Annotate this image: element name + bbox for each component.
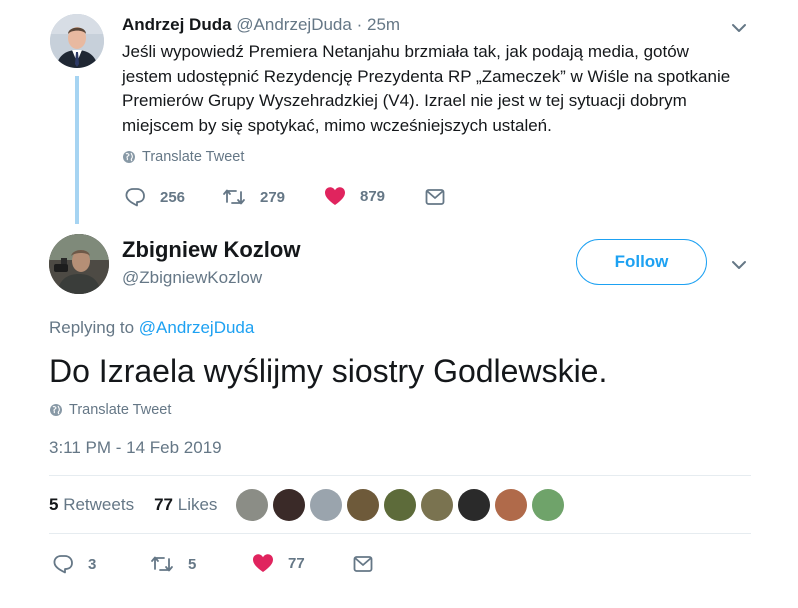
replying-to-label: Replying to <box>49 318 135 337</box>
liker-avatar-5-icon[interactable] <box>384 489 416 521</box>
liker-avatars-row <box>236 489 564 521</box>
parent-author-avatar[interactable] <box>50 14 104 68</box>
parent-reply-button[interactable]: 256 <box>124 187 185 207</box>
liker-avatar-1-icon[interactable] <box>236 489 268 521</box>
globe-icon <box>50 404 62 416</box>
replying-to-mention-link[interactable]: @AndrzejDuda <box>139 318 255 337</box>
retweets-stat-link[interactable]: 5 Retweets <box>49 494 134 516</box>
reply-retweet-button[interactable]: 5 <box>150 554 196 574</box>
globe-icon <box>123 151 135 163</box>
parent-reply-count: 256 <box>160 188 186 206</box>
parent-retweet-count: 279 <box>260 188 286 206</box>
stats-top-divider <box>49 475 751 476</box>
reply-like-count: 77 <box>288 554 305 572</box>
reply-translate-label: Translate Tweet <box>69 402 172 418</box>
parent-like-button[interactable]: 879 <box>324 186 385 206</box>
retweet-arrows-icon <box>223 189 245 205</box>
reply-tweet-menu-chevron-down-icon[interactable] <box>730 256 748 274</box>
liker-avatar-8-icon[interactable] <box>495 489 527 521</box>
liker-avatar-2-icon[interactable] <box>273 489 305 521</box>
parent-tweet-header: Andrzej Duda @AndrzejDuda · 25m <box>122 14 400 36</box>
envelope-icon <box>353 556 373 572</box>
reply-retweet-count: 5 <box>188 555 197 573</box>
parent-author-handle[interactable]: @AndrzejDuda <box>236 15 352 34</box>
liker-avatar-6-icon[interactable] <box>421 489 453 521</box>
reply-like-button[interactable]: 77 <box>252 553 305 573</box>
parent-translate-label: Translate Tweet <box>142 149 245 165</box>
liker-avatar-7-icon[interactable] <box>458 489 490 521</box>
likes-stat-label: Likes <box>177 495 218 514</box>
stats-bottom-divider <box>49 533 751 534</box>
envelope-icon <box>425 189 445 205</box>
reply-dm-button[interactable] <box>353 555 373 573</box>
liker-avatar-9-icon[interactable] <box>532 489 564 521</box>
reply-tweet-text: Do Izraela wyślijmy siostry Godlewskie. <box>49 353 608 389</box>
reply-reply-count: 3 <box>88 555 97 573</box>
engagement-stats: 5 Retweets 77 Likes <box>49 494 217 516</box>
reply-reply-button[interactable]: 3 <box>52 554 96 574</box>
reply-timestamp[interactable]: 3:11 PM - 14 Feb 2019 <box>49 437 222 459</box>
parent-tweet-time[interactable]: 25m <box>367 15 400 34</box>
parent-tweet-text: Jeśli wypowiedź Premiera Netanjahu brzmi… <box>122 42 731 135</box>
follow-button[interactable]: Follow <box>576 239 707 285</box>
reply-bubble-icon <box>125 188 145 207</box>
parent-author-name[interactable]: Andrzej Duda <box>122 15 232 34</box>
reply-author-avatar[interactable] <box>49 234 109 294</box>
retweets-stat-label: Retweets <box>63 495 135 514</box>
thread-connector-line <box>75 76 79 224</box>
parent-dm-button[interactable] <box>425 188 445 206</box>
reply-author-name[interactable]: Zbigniew Kozlow <box>122 236 300 264</box>
reply-author-handle[interactable]: @ZbigniewKozlow <box>122 267 262 289</box>
likes-stat-link[interactable]: 77 Likes <box>154 494 217 516</box>
likes-stat-count: 77 <box>154 495 173 514</box>
liker-avatar-4-icon[interactable] <box>347 489 379 521</box>
retweet-arrows-icon <box>151 556 173 572</box>
header-separator: · <box>356 15 363 34</box>
heart-filled-icon <box>253 554 273 572</box>
reply-translate-tweet-link[interactable]: Translate Tweet <box>49 401 171 419</box>
reply-bubble-icon <box>53 555 73 574</box>
heart-filled-icon <box>325 187 345 205</box>
parent-retweet-button[interactable]: 279 <box>222 187 285 207</box>
parent-tweet-menu-chevron-down-icon[interactable] <box>730 19 748 37</box>
parent-translate-tweet-link[interactable]: Translate Tweet <box>122 148 244 166</box>
retweets-stat-count: 5 <box>49 495 59 514</box>
replying-to-line: Replying to @AndrzejDuda <box>49 317 254 339</box>
liker-avatar-3-icon[interactable] <box>310 489 342 521</box>
parent-like-count: 879 <box>360 187 386 205</box>
